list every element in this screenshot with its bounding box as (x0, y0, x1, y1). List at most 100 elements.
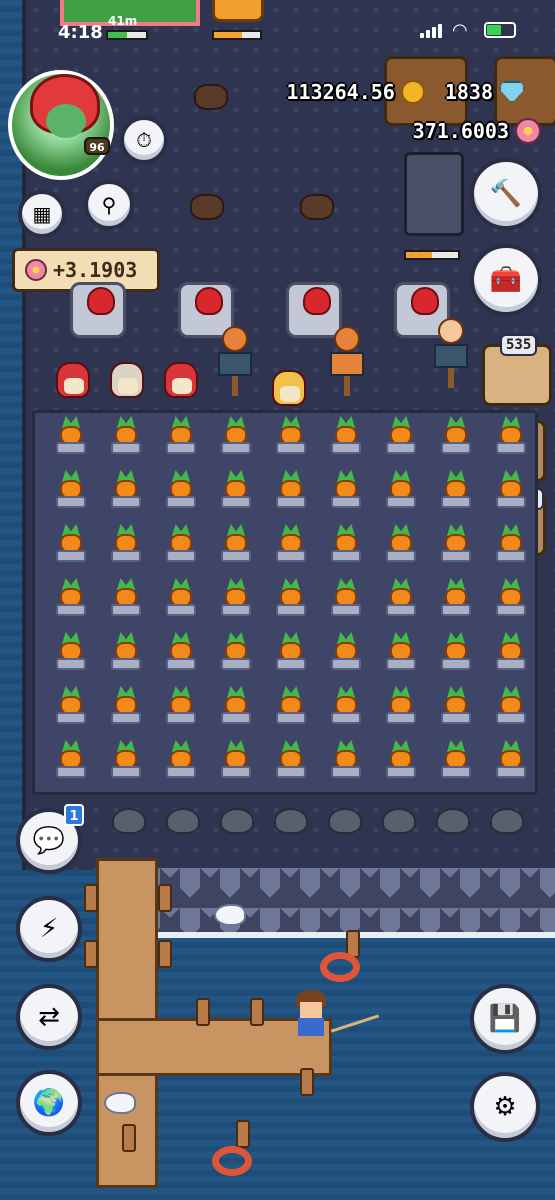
carrot-crop[interactable] (111, 578, 141, 618)
seagull[interactable] (214, 904, 246, 926)
rock[interactable] (382, 808, 416, 834)
carrot-crop[interactable] (386, 740, 416, 780)
calendar-button[interactable]: ▦ (18, 190, 66, 238)
toolbox-button[interactable]: 🧰 (470, 244, 542, 316)
carrot-crop[interactable] (56, 470, 86, 510)
carrot-crop[interactable] (441, 578, 471, 618)
rock[interactable] (220, 808, 254, 834)
carrot-crop[interactable] (331, 470, 361, 510)
carrot-crop[interactable] (441, 686, 471, 726)
carrot-crop[interactable] (331, 686, 361, 726)
swap-button[interactable]: ⇄ (16, 984, 82, 1050)
carrot-crop[interactable] (276, 470, 306, 510)
mushroom-critter[interactable] (56, 362, 90, 398)
carrot-crop[interactable] (496, 740, 526, 780)
carrot-crop[interactable] (56, 686, 86, 726)
carrot-crop[interactable] (111, 686, 141, 726)
carrot-crop[interactable] (221, 740, 251, 780)
carrot-crop[interactable] (221, 632, 251, 672)
carrot-crop[interactable] (56, 740, 86, 780)
carrot-crop[interactable] (386, 578, 416, 618)
carrot-crop[interactable] (221, 416, 251, 456)
carrot-crop[interactable] (56, 632, 86, 672)
carrot-crop[interactable] (166, 632, 196, 672)
carrot-crop[interactable] (496, 578, 526, 618)
carrot-crop[interactable] (166, 740, 196, 780)
carrot-crop[interactable] (276, 578, 306, 618)
carrot-crop[interactable] (496, 416, 526, 456)
carrot-crop[interactable] (386, 470, 416, 510)
carrot-crop[interactable] (276, 632, 306, 672)
search-button[interactable]: ⚲ (84, 180, 134, 230)
build-button[interactable]: 🔨 (470, 158, 542, 230)
carrot-crop[interactable] (111, 470, 141, 510)
sprinkler[interactable] (70, 282, 126, 338)
pet-timer-button[interactable]: ⏱ (120, 116, 168, 164)
carrot-crop[interactable] (441, 470, 471, 510)
carrot-crop[interactable] (386, 416, 416, 456)
tree-stump[interactable] (190, 194, 224, 220)
carrot-crop[interactable] (276, 740, 306, 780)
carrot-crop[interactable] (331, 524, 361, 564)
carrot-crop[interactable] (331, 632, 361, 672)
pumpkin-scarecrow[interactable] (324, 326, 368, 396)
carrot-crop[interactable] (221, 524, 251, 564)
pumpkin-scarecrow[interactable] (212, 326, 256, 396)
carrot-crop[interactable] (441, 416, 471, 456)
carrot-crop[interactable] (221, 578, 251, 618)
carrot-crop[interactable] (496, 686, 526, 726)
carrot-crop[interactable] (111, 524, 141, 564)
rock[interactable] (490, 808, 524, 834)
carrot-crop[interactable] (496, 470, 526, 510)
world-button[interactable]: 🌍 (16, 1070, 82, 1136)
settings-button[interactable]: ⚙ (470, 1072, 540, 1142)
tree-stump[interactable] (300, 194, 334, 220)
carrot-crop[interactable] (166, 686, 196, 726)
carrot-crop[interactable] (276, 524, 306, 564)
carrot-crop[interactable] (166, 524, 196, 564)
carrot-crop[interactable] (386, 632, 416, 672)
save-button[interactable]: 💾 (470, 984, 540, 1054)
carrot-crop[interactable] (276, 416, 306, 456)
mushroom-critter[interactable] (164, 362, 198, 398)
straw-hat-scarecrow[interactable] (428, 318, 472, 388)
carrot-crop[interactable] (111, 740, 141, 780)
rock[interactable] (166, 808, 200, 834)
rock[interactable] (112, 808, 146, 834)
rock[interactable] (274, 808, 308, 834)
carrot-crop[interactable] (111, 416, 141, 456)
tree-stump[interactable] (194, 84, 228, 110)
carrot-crop[interactable] (386, 524, 416, 564)
cow-critter[interactable] (110, 362, 144, 398)
carrot-crop[interactable] (56, 416, 86, 456)
carrot-crop[interactable] (441, 740, 471, 780)
carrot-crop[interactable] (166, 416, 196, 456)
player-fisher[interactable] (292, 990, 332, 1040)
carrot-crop[interactable] (496, 524, 526, 564)
carrot-crop[interactable] (331, 578, 361, 618)
rock[interactable] (436, 808, 470, 834)
carrot-crop[interactable] (166, 578, 196, 618)
seagull[interactable] (104, 1092, 136, 1114)
carrot-crop[interactable] (441, 524, 471, 564)
carrot-crop[interactable] (441, 632, 471, 672)
carrot-crop[interactable] (331, 416, 361, 456)
dock-post (196, 998, 210, 1026)
chick-critter[interactable] (272, 370, 306, 406)
life-ring[interactable] (320, 952, 360, 982)
carrot-crop[interactable] (386, 686, 416, 726)
carrot-crop[interactable] (221, 470, 251, 510)
carrot-crop[interactable] (56, 524, 86, 564)
furnace[interactable] (404, 152, 464, 236)
carrot-crop[interactable] (56, 578, 86, 618)
carrot-crop[interactable] (276, 686, 306, 726)
life-ring[interactable] (212, 1146, 252, 1176)
carrot-crop[interactable] (331, 740, 361, 780)
carrot-crop[interactable] (166, 470, 196, 510)
boost-button[interactable]: ⚡ (16, 896, 82, 962)
carrot-crop[interactable] (111, 632, 141, 672)
player-avatar[interactable] (8, 70, 114, 180)
rock[interactable] (328, 808, 362, 834)
carrot-crop[interactable] (221, 686, 251, 726)
carrot-crop[interactable] (496, 632, 526, 672)
